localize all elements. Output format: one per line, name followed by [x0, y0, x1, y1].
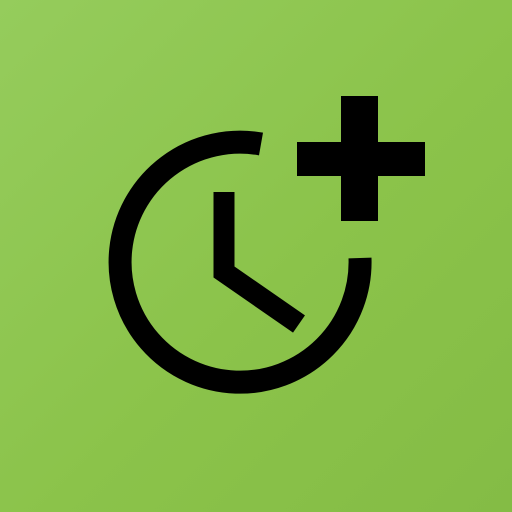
alarm-add-icon [108, 96, 425, 394]
clock-hands [213, 192, 305, 333]
app-icon-tile [0, 0, 512, 512]
clock-ring [108, 130, 372, 394]
plus-horizontal-bar [297, 142, 425, 176]
